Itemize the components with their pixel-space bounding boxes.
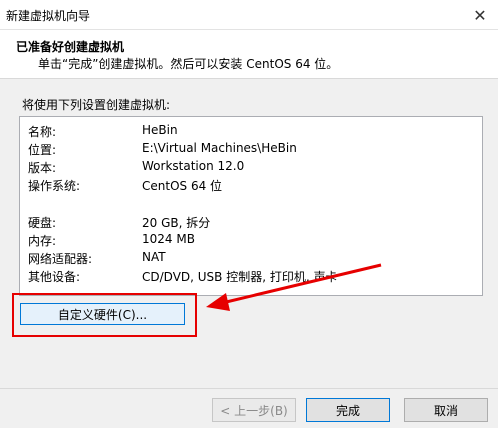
finish-button[interactable]: 完成 — [306, 398, 390, 422]
footer-separator — [0, 388, 498, 389]
back-button[interactable]: < 上一步(B) — [212, 398, 296, 422]
cancel-button[interactable]: 取消 — [404, 398, 488, 422]
annotation-arrow-icon — [206, 263, 382, 311]
new-vm-wizard-window: 新建虚拟机向导 ✕ 已准备好创建虚拟机 单击“完成”创建虚拟机。然后可以安装 C… — [0, 0, 498, 428]
